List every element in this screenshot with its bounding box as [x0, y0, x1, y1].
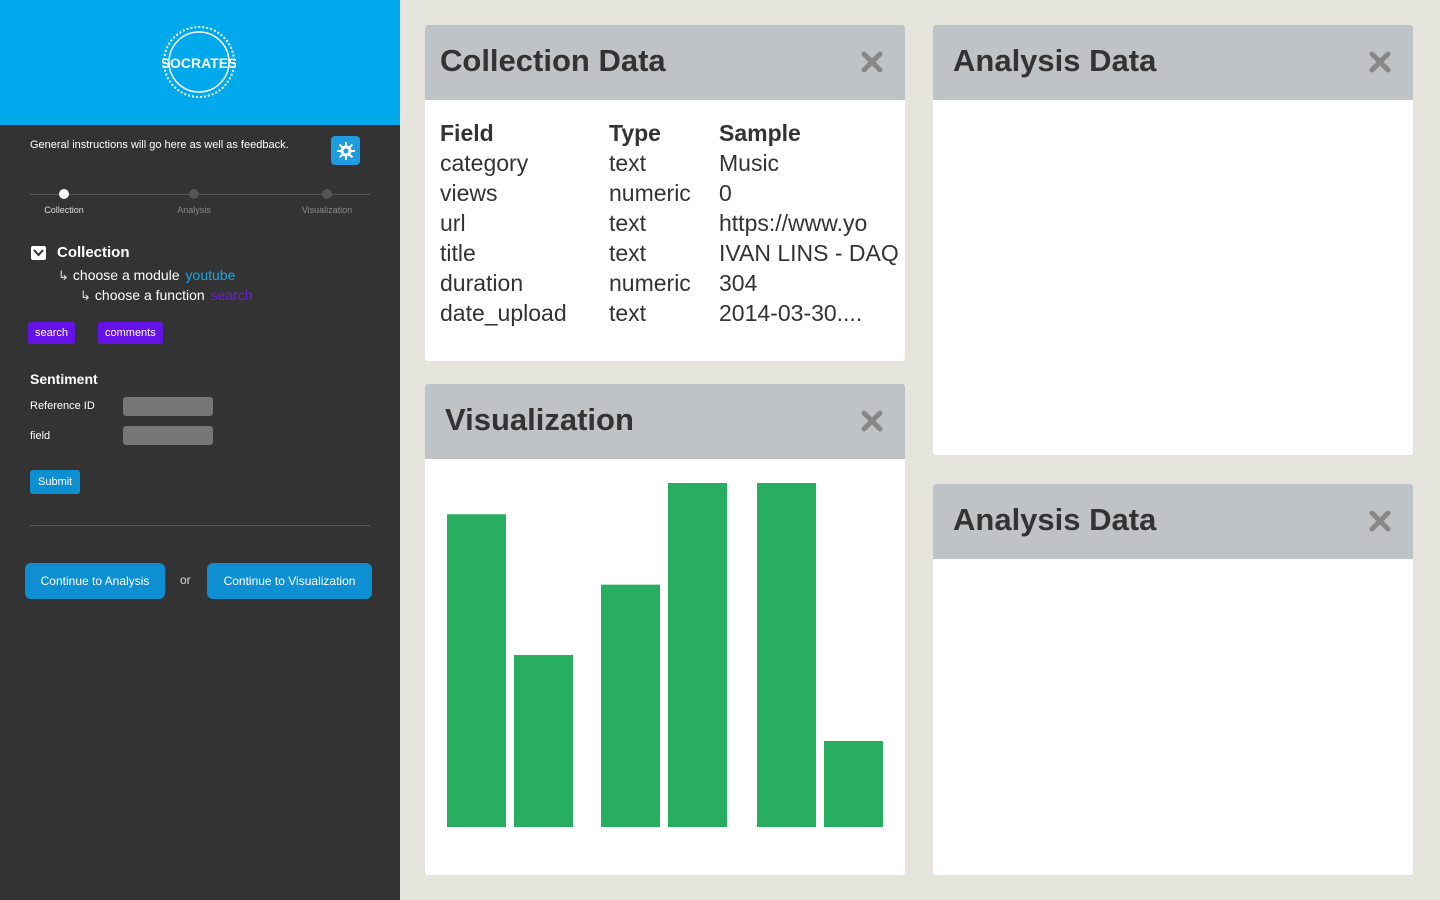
panel-header: Analysis Data — [933, 484, 1413, 559]
type-cell: numeric — [609, 180, 691, 206]
step-dot — [322, 189, 332, 199]
reference-id-label: Reference ID — [30, 400, 95, 412]
column-header-type: Type — [609, 120, 661, 146]
sample-cell: IVAN LINS - DAQ — [719, 240, 899, 266]
module-value[interactable]: youtube — [186, 267, 236, 283]
chart-bar — [757, 483, 816, 827]
field-cell: url — [440, 210, 466, 236]
type-cell: text — [609, 150, 647, 176]
step-analysis[interactable]: Analysis — [154, 187, 234, 215]
logo-text: SOCRATES — [162, 55, 236, 71]
table-row: category text Music — [440, 148, 899, 178]
field-cell: duration — [440, 270, 524, 296]
chart-bar — [601, 584, 660, 827]
step-label: Collection — [44, 205, 84, 215]
sample-cell: 304 — [719, 270, 758, 296]
type-cell: text — [609, 210, 647, 236]
continue-analysis-button[interactable]: Continue to Analysis — [25, 563, 165, 599]
panel-title: Visualization — [445, 402, 634, 437]
step-collection[interactable]: Collection — [24, 187, 104, 215]
step-dot — [189, 189, 199, 199]
type-cell: text — [609, 240, 647, 266]
submit-button[interactable]: Submit — [30, 470, 81, 494]
bar-chart — [447, 483, 883, 827]
analysis-data-panel-bottom: Analysis Data — [933, 484, 1413, 875]
panel-title: Analysis Data — [953, 502, 1157, 537]
function-value[interactable]: search — [211, 287, 253, 303]
module-label: choose a module — [72, 267, 180, 283]
chart-bar — [668, 483, 727, 827]
module-row: ↳ choose a module youtube — [58, 267, 235, 284]
tree-arrow-icon: ↳ — [58, 268, 69, 283]
column-header-field: Field — [440, 120, 494, 146]
visualization-panel: Visualization — [425, 384, 905, 875]
table-row: duration numeric 304 — [440, 268, 899, 298]
sidebar: SOCRATES General instructions will go he… — [0, 0, 400, 900]
collection-data-panel: Collection Data Field Type Sample catego… — [425, 25, 905, 361]
type-cell: text — [609, 300, 647, 326]
analysis-data-panel-top: Analysis Data — [933, 25, 1413, 455]
close-icon[interactable] — [860, 409, 884, 433]
close-icon[interactable] — [1368, 509, 1392, 533]
divider — [30, 525, 370, 526]
sample-cell: https://www.yo — [719, 210, 868, 236]
panel-header: Analysis Data — [933, 25, 1413, 100]
sample-cell: 0 — [719, 180, 732, 206]
field-cell: title — [440, 240, 476, 266]
field-cell: date_upload — [440, 300, 567, 326]
function-row: ↳ choose a function search — [80, 287, 253, 304]
function-option-comments[interactable]: comments — [98, 322, 163, 344]
collection-data-table: Field Type Sample category text Music vi… — [440, 118, 899, 328]
socrates-logo: SOCRATES — [162, 26, 236, 98]
panel-title: Collection Data — [440, 43, 666, 78]
collection-title: Collection — [57, 244, 130, 261]
tree-arrow-icon: ↳ — [80, 288, 91, 303]
column-header-sample: Sample — [719, 120, 801, 146]
continue-visualization-button[interactable]: Continue to Visualization — [207, 563, 372, 599]
progress-stepper: Collection Analysis Visualization — [30, 187, 370, 217]
panel-header: Collection Data — [425, 25, 905, 100]
table-row: views numeric 0 — [440, 178, 899, 208]
chart-bar — [824, 741, 883, 827]
logo-header: SOCRATES — [0, 0, 400, 125]
field-cell: views — [440, 180, 498, 206]
table-row: date_upload text 2014-03-30.... — [440, 298, 899, 328]
close-icon[interactable] — [860, 50, 884, 74]
field-cell: category — [440, 150, 529, 176]
step-label: Analysis — [177, 205, 211, 215]
chart-bar — [514, 655, 573, 827]
basket-icon — [31, 245, 46, 260]
field-label: field — [30, 430, 51, 442]
step-dot — [59, 189, 69, 199]
table-header-row: Field Type Sample — [440, 118, 899, 148]
sample-cell: Music — [719, 150, 780, 176]
gear-icon — [336, 141, 355, 160]
step-label: Visualization — [301, 205, 353, 215]
field-input[interactable] — [123, 426, 213, 445]
collection-section-header: Collection — [30, 244, 130, 261]
settings-button[interactable] — [331, 136, 360, 165]
step-visualization[interactable]: Visualization — [287, 187, 367, 215]
chart-bar — [447, 514, 506, 827]
table-row: title text IVAN LINS - DAQ — [440, 238, 899, 268]
panel-title: Analysis Data — [953, 43, 1157, 78]
reference-id-input[interactable] — [123, 397, 213, 416]
sentiment-title: Sentiment — [30, 371, 98, 387]
or-text: or — [180, 573, 191, 587]
instructions-text: General instructions will go here as wel… — [30, 139, 289, 151]
table-row: url text https://www.yo — [440, 208, 899, 238]
panel-header: Visualization — [425, 384, 905, 459]
function-label: choose a function — [94, 287, 205, 303]
sample-cell: 2014-03-30.... — [719, 300, 863, 326]
type-cell: numeric — [609, 270, 691, 296]
function-option-search[interactable]: search — [28, 322, 76, 344]
close-icon[interactable] — [1368, 50, 1392, 74]
